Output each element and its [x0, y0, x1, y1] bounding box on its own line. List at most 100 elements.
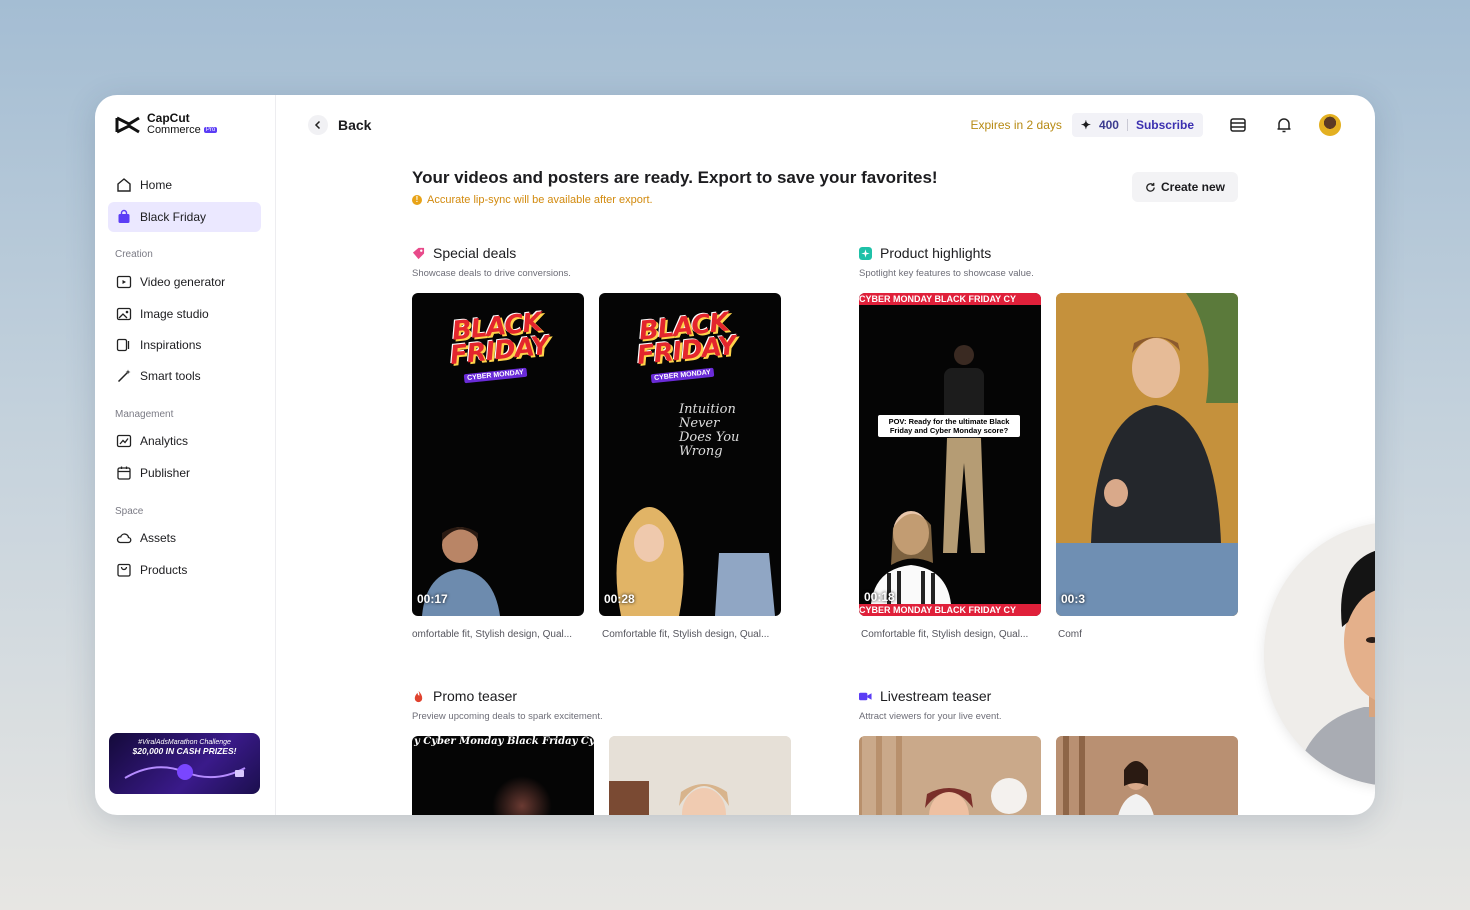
video-duration: 00:17 — [417, 592, 448, 606]
section-title-product-highlights: Product highlights — [859, 245, 991, 261]
section-title-label: Special deals — [433, 245, 517, 261]
note-text: Accurate lip-sync will be available afte… — [427, 194, 653, 206]
section-desc: Preview upcoming deals to spark exciteme… — [412, 711, 603, 722]
video-card[interactable] — [609, 736, 791, 815]
credits-box: ✦ 400 Subscribe — [1071, 113, 1203, 137]
overlay-tag: CYBER MONDAY — [463, 367, 528, 384]
sidebar-item-black-friday[interactable]: Black Friday — [108, 202, 261, 232]
section-desc: Spotlight key features to showcase value… — [859, 268, 1034, 279]
overlay-tag: CYBER MONDAY — [650, 367, 715, 384]
video-caption: Comfortable fit, Stylish design, Qual... — [602, 629, 770, 640]
section-title-label: Product highlights — [880, 245, 992, 261]
presenter-webcam — [1264, 522, 1375, 786]
sidebar-item-label: Inspirations — [140, 338, 202, 352]
warning-icon: ! — [412, 195, 422, 205]
video-card[interactable]: BLACK FRIDAY CYBER MONDAY Intuition Neve… — [599, 293, 781, 616]
presenter-thumbnail — [1056, 736, 1238, 815]
presenter-thumbnail — [859, 736, 1041, 815]
sidebar-item-inspirations[interactable]: Inspirations — [108, 330, 261, 360]
video-caption: omfortable fit, Stylish design, Qual... — [412, 629, 573, 640]
presenter-thumbnail — [1056, 293, 1238, 616]
page-headline: Your videos and posters are ready. Expor… — [412, 168, 938, 187]
presenter-thumbnail — [492, 776, 552, 815]
app-window: CapCut Commerce Pro Home Black Friday Cr… — [95, 95, 1375, 815]
products-icon — [117, 563, 131, 577]
ticker-bottom: CYBER MONDAY BLACK FRIDAY CY — [859, 604, 1041, 616]
sidebar-item-video-generator[interactable]: Video generator — [108, 267, 261, 297]
chevron-left-icon — [308, 115, 328, 135]
section-title-promo-teaser: Promo teaser — [412, 688, 517, 704]
calendar-icon — [117, 466, 131, 480]
section-title-label: Promo teaser — [433, 688, 518, 704]
video-card[interactable]: y Cyber Monday Black Friday Cy — [412, 736, 594, 815]
black-friday-graphic: BLACK FRIDAY CYBER MONDAY — [428, 307, 568, 393]
top-bar-right: Expires in 2 days ✦ 400 Subscribe — [970, 113, 1341, 137]
fire-icon — [414, 690, 423, 702]
back-label: Back — [338, 117, 372, 133]
sidebar-item-smart-tools[interactable]: Smart tools — [108, 361, 261, 391]
back-button[interactable]: Back — [308, 115, 371, 135]
brand-logo[interactable]: CapCut Commerce Pro — [115, 111, 218, 136]
promo-illustration-icon — [123, 764, 245, 780]
section-title-label: Livestream teaser — [880, 688, 992, 704]
sidebar-item-home[interactable]: Home — [108, 170, 261, 200]
sparkle-box-icon — [859, 246, 872, 260]
pro-badge: Pro — [203, 127, 218, 134]
sidebar-item-label: Publisher — [140, 466, 191, 480]
presenter-thumbnail — [871, 511, 951, 604]
video-card[interactable]: CYBER MONDAY BLACK FRIDAY CY POV: Ready … — [859, 293, 1041, 616]
refresh-icon — [1146, 182, 1155, 192]
video-caption: Comf — [1058, 629, 1082, 640]
sidebar-item-label: Smart tools — [140, 369, 201, 383]
promo-line2: $20,000 IN CASH PRIZES! — [132, 746, 237, 756]
video-generator-icon — [116, 275, 132, 289]
sparkle-icon: ✦ — [1080, 118, 1091, 132]
sidebar-item-label: Home — [140, 178, 173, 192]
sidebar-item-label: Products — [140, 563, 188, 577]
ticker-top: CYBER MONDAY BLACK FRIDAY CY — [859, 293, 1041, 305]
sidebar-item-assets[interactable]: Assets — [108, 523, 261, 553]
video-duration: 00:28 — [604, 592, 635, 606]
subscribe-link[interactable]: Subscribe — [1136, 118, 1194, 132]
video-card[interactable]: BLACK FRIDAY CYBER MONDAY 00:17 — [412, 293, 584, 616]
sidebar-item-label: Assets — [140, 531, 177, 545]
sidebar-item-label: Analytics — [140, 434, 189, 448]
credits-count: 400 — [1098, 118, 1119, 132]
video-card[interactable] — [859, 736, 1041, 815]
sidebar-item-publisher[interactable]: Publisher — [108, 458, 261, 488]
ticker-text: y Cyber Monday Black Friday Cy — [414, 736, 594, 747]
storage-icon[interactable] — [1227, 114, 1249, 136]
user-avatar[interactable] — [1319, 114, 1341, 136]
magic-wand-icon — [117, 369, 131, 383]
black-friday-graphic: BLACK FRIDAY CYBER MONDAY — [615, 307, 755, 393]
price-tag-icon — [412, 247, 425, 259]
brand-sub: Commerce — [147, 124, 201, 136]
section-title-special-deals: Special deals — [412, 245, 516, 261]
video-camera-icon — [859, 692, 872, 700]
capcut-logo-icon — [115, 116, 140, 133]
lip-sync-note: ! Accurate lip-sync will be available af… — [412, 194, 653, 206]
analytics-icon — [116, 434, 132, 448]
expires-text: Expires in 2 days — [970, 118, 1062, 132]
challenge-promo-banner[interactable]: #ViralAdsMarathon Challenge $20,000 IN C… — [109, 733, 260, 794]
video-card[interactable] — [1056, 736, 1238, 815]
bell-icon[interactable] — [1273, 114, 1295, 136]
inspirations-icon — [116, 338, 130, 352]
create-new-label: Create new — [1160, 180, 1226, 194]
sidebar: CapCut Commerce Pro Home Black Friday Cr… — [95, 95, 276, 815]
creation-heading: Creation — [115, 249, 153, 260]
section-desc: Attract viewers for your live event. — [859, 711, 1002, 722]
shopping-bag-icon — [118, 209, 130, 223]
promo-line1: #ViralAdsMarathon Challenge — [138, 739, 231, 746]
sidebar-item-products[interactable]: Products — [108, 555, 261, 585]
image-studio-icon — [116, 307, 132, 321]
brand-name: CapCut — [147, 111, 190, 125]
space-heading: Space — [115, 506, 144, 517]
sidebar-item-analytics[interactable]: Analytics — [108, 426, 261, 456]
video-card[interactable]: 00:3 — [1056, 293, 1238, 616]
sidebar-item-image-studio[interactable]: Image studio — [108, 299, 261, 329]
sidebar-item-label: Image studio — [140, 307, 209, 321]
create-new-button[interactable]: Create new — [1132, 172, 1238, 202]
section-title-livestream-teaser: Livestream teaser — [859, 688, 991, 704]
section-desc: Showcase deals to drive conversions. — [412, 268, 571, 279]
